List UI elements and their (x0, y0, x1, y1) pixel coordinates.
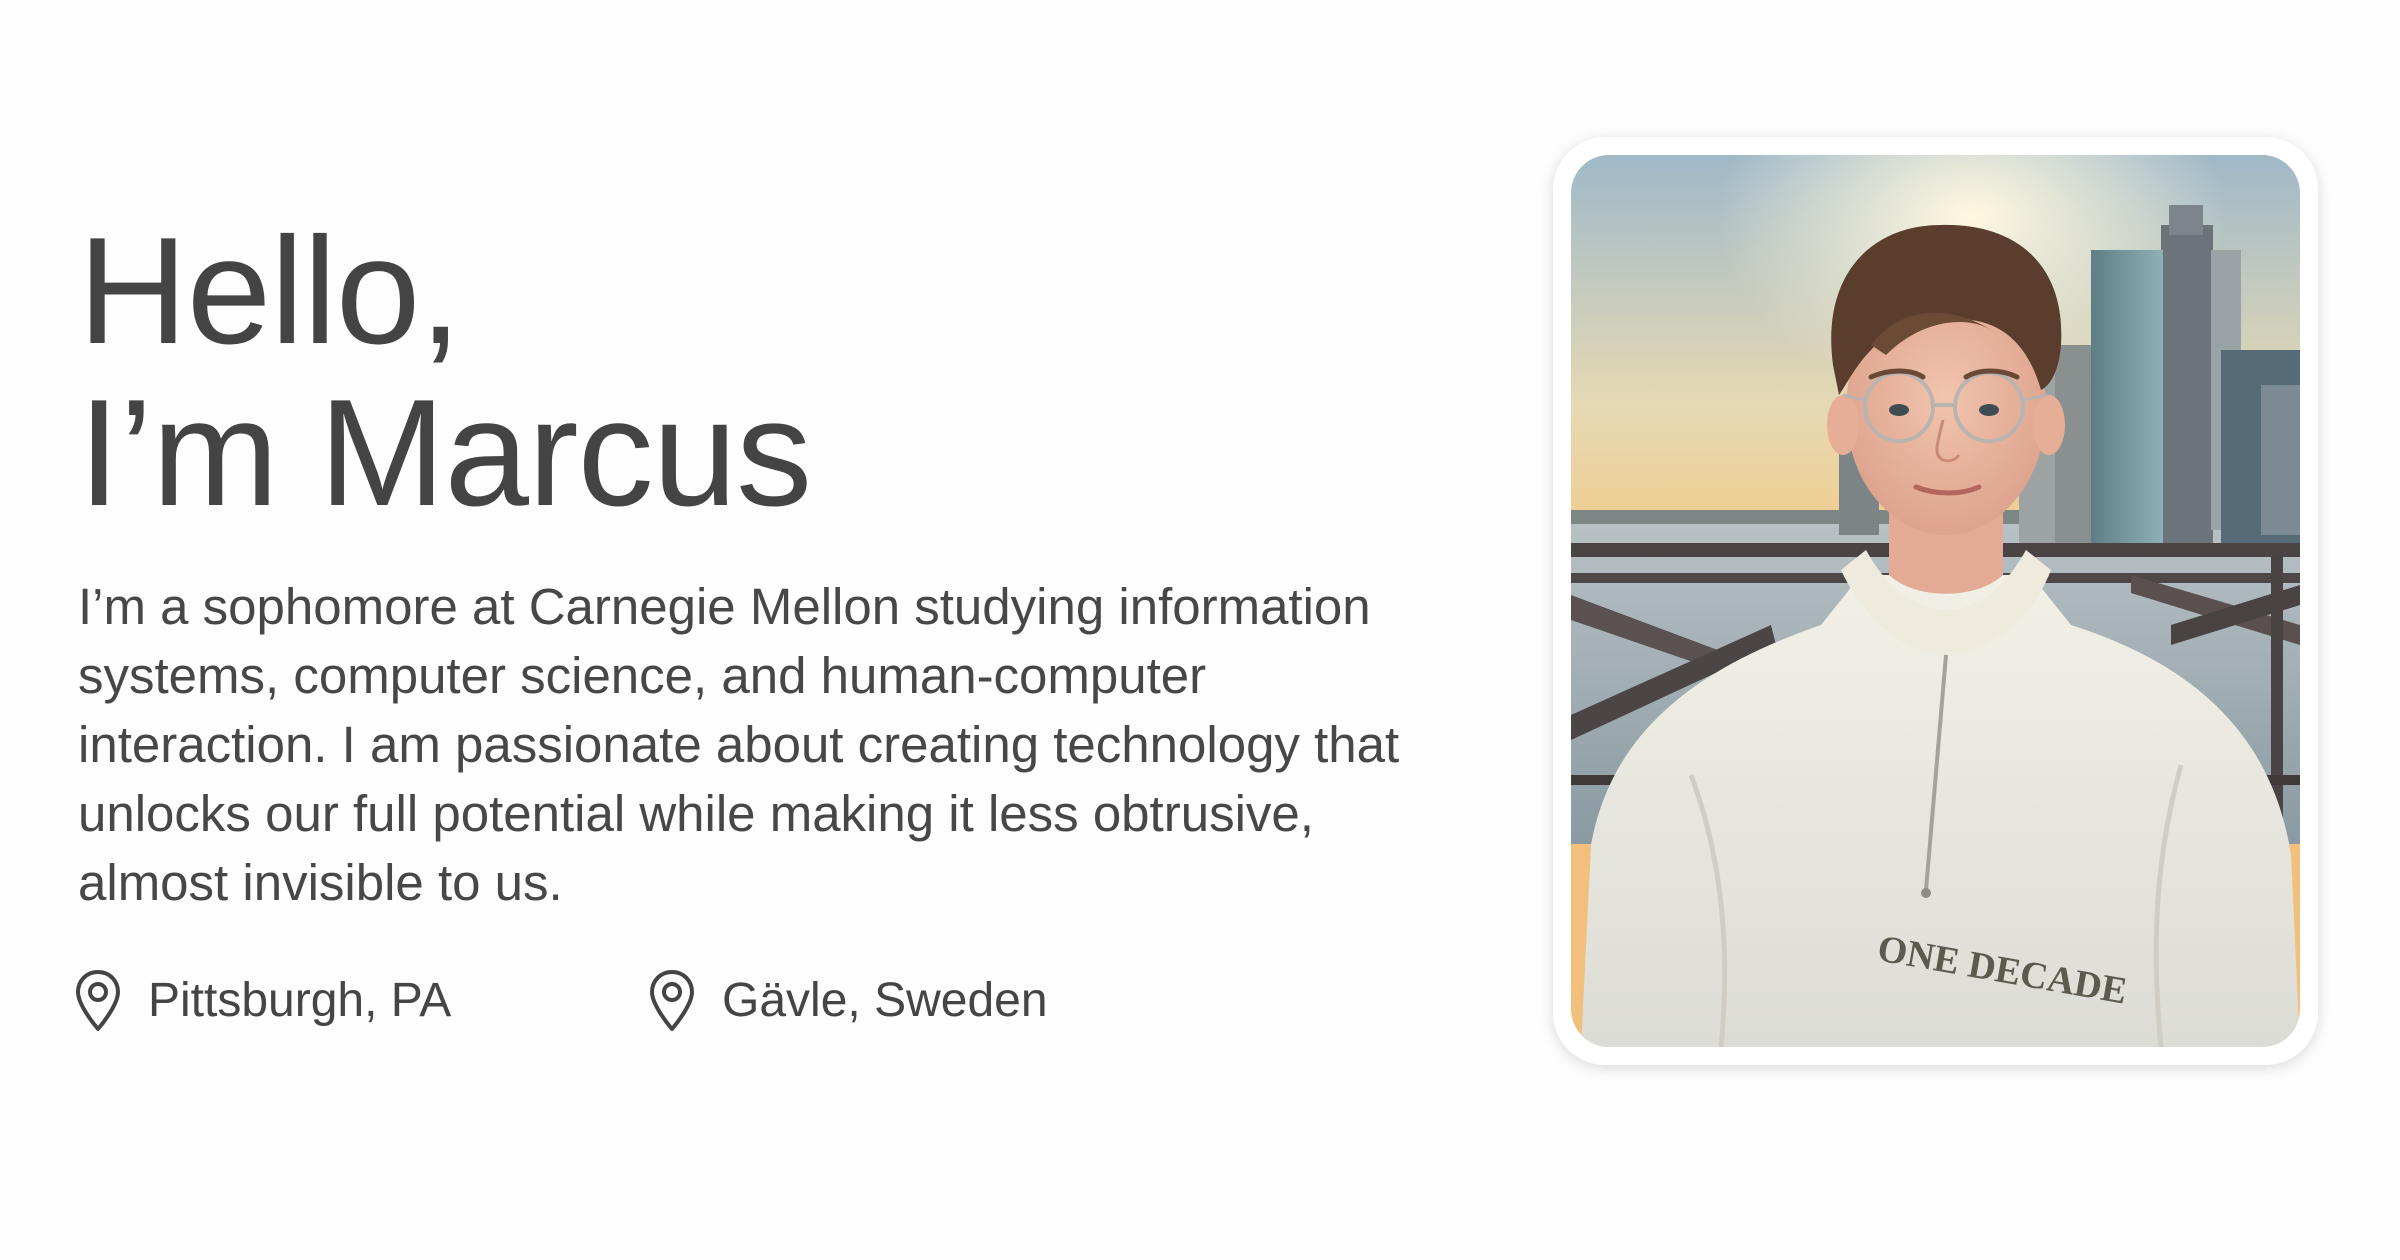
map-pin-icon (650, 970, 694, 1031)
map-pin-icon (76, 970, 120, 1031)
location-pittsburgh: Pittsburgh, PA (74, 966, 648, 1036)
portrait-photo: ONE DECADE (1571, 155, 2300, 1047)
location-label: Gävle, Sweden (722, 974, 1048, 1027)
location-label: Pittsburgh, PA (148, 974, 452, 1027)
intro-section: Hello, I’m Marcus I’m a sophomore at Car… (78, 210, 1438, 917)
portrait-illustration: ONE DECADE (1571, 155, 2300, 1047)
about-hero: Hello, I’m Marcus I’m a sophomore at Car… (0, 0, 2400, 1260)
locations-row: Pittsburgh, PA Gävle, Sweden (74, 966, 1048, 1036)
location-gavle: Gävle, Sweden (648, 966, 1048, 1036)
greeting-line-hello: Hello, (78, 206, 462, 376)
greeting-heading: Hello, I’m Marcus (78, 210, 1438, 534)
greeting-line-name: I’m Marcus (78, 368, 812, 538)
bio-paragraph: I’m a sophomore at Carnegie Mellon study… (78, 578, 1400, 911)
portrait-frame: ONE DECADE (1553, 137, 2318, 1065)
